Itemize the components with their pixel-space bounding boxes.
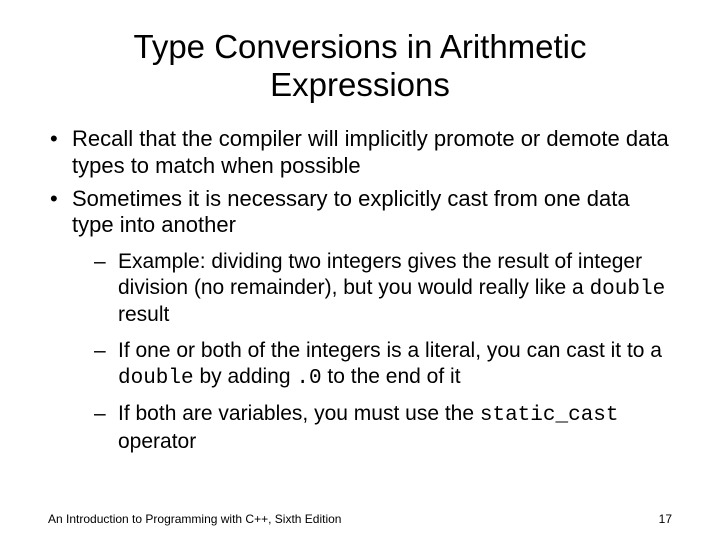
text-fragment: If both are variables, you must use the <box>118 402 480 425</box>
slide-title: Type Conversions in Arithmetic Expressio… <box>48 28 672 104</box>
sub-bullet-item: Example: dividing two integers gives the… <box>94 249 672 328</box>
bullet-text: Sometimes it is necessary to explicitly … <box>72 186 630 238</box>
sub-bullet-list: Example: dividing two integers gives the… <box>72 249 672 454</box>
text-fragment: operator <box>118 430 196 453</box>
code-fragment: static_cast <box>480 404 619 427</box>
text-fragment: by adding <box>194 365 297 388</box>
code-fragment: double <box>118 367 194 390</box>
page-number: 17 <box>659 512 672 526</box>
code-fragment: .0 <box>296 367 321 390</box>
text-fragment: to the end of it <box>322 365 461 388</box>
sub-bullet-item: If one or both of the integers is a lite… <box>94 338 672 391</box>
slide: Type Conversions in Arithmetic Expressio… <box>0 0 720 540</box>
bullet-item: Recall that the compiler will implicitly… <box>48 126 672 180</box>
bullet-list: Recall that the compiler will implicitly… <box>48 126 672 455</box>
text-fragment: Example: dividing two integers gives the… <box>118 250 642 299</box>
footer-left: An Introduction to Programming with C++,… <box>48 512 341 526</box>
sub-bullet-item: If both are variables, you must use the … <box>94 401 672 454</box>
slide-footer: An Introduction to Programming with C++,… <box>48 512 672 526</box>
text-fragment: If one or both of the integers is a lite… <box>118 339 662 362</box>
text-fragment: result <box>118 303 169 326</box>
bullet-item: Sometimes it is necessary to explicitly … <box>48 186 672 455</box>
code-fragment: double <box>590 278 666 301</box>
